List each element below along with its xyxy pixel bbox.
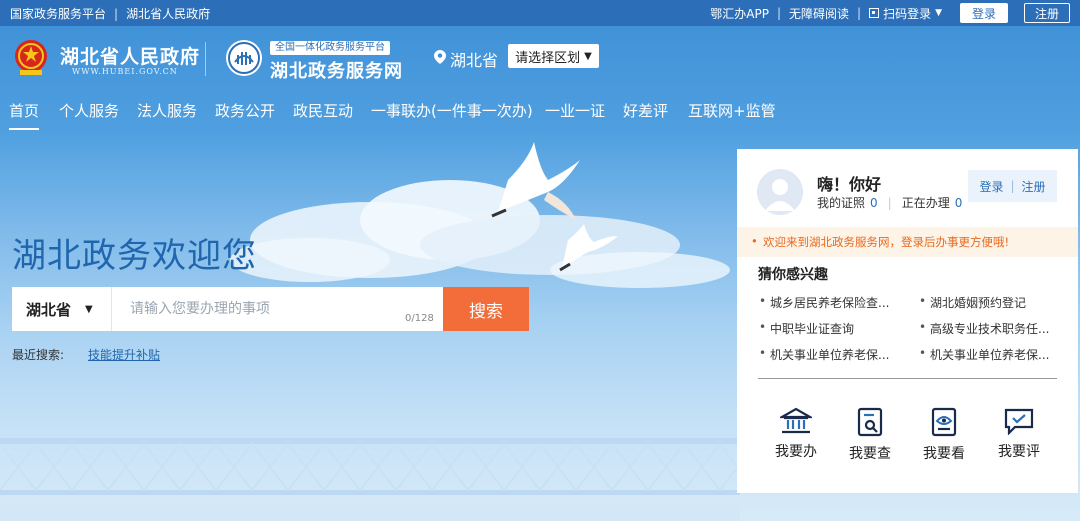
- my-certs-label: 我的证照: [817, 196, 866, 210]
- divider: |: [857, 6, 862, 20]
- my-certs-count: 0: [870, 196, 878, 210]
- site-name[interactable]: 湖北省人民政府: [60, 42, 200, 69]
- search-button[interactable]: 搜索: [443, 287, 529, 331]
- site-header: 湖北省人民政府 WWW.HUBEI.GOV.CN 全国一体化政务服务平台 湖北政…: [0, 26, 1080, 92]
- nav-corporate-services[interactable]: 法人服务: [137, 100, 197, 121]
- interest-item[interactable]: 机关事业单位养老保...: [919, 346, 1049, 363]
- nav-interaction[interactable]: 政民互动: [293, 100, 353, 121]
- crane-birds-illustration: [491, 142, 618, 272]
- search-doc-icon: [857, 407, 883, 437]
- recent-search-link[interactable]: 技能提升补贴: [88, 346, 160, 363]
- app-link[interactable]: 鄂汇办APP: [710, 5, 769, 22]
- current-location: 湖北省: [450, 51, 499, 70]
- nav-evaluation[interactable]: 好差评: [623, 100, 668, 121]
- login-button[interactable]: 登录: [960, 3, 1008, 23]
- search-province-label: 湖北省: [26, 300, 72, 319]
- interest-item[interactable]: 高级专业技术职务任...: [919, 320, 1049, 337]
- caret-down-icon: ▼: [584, 50, 592, 62]
- header-divider: [205, 42, 206, 76]
- qr-login-menu[interactable]: 扫码登录 ▼: [869, 5, 942, 22]
- search-input[interactable]: [112, 287, 443, 331]
- user-panel: 嗨！你好 我的证照 0 | 正在办理 0 登录 | 注册 欢迎来到湖北政务服务网，登…: [737, 149, 1078, 493]
- caret-down-icon: ▼: [935, 8, 942, 18]
- top-bar: 国家政务服务平台 | 湖北省人民政府 鄂汇办APP | 无障碍阅读 | 扫码登录…: [0, 0, 1080, 26]
- eye-doc-icon: [931, 407, 957, 437]
- in-progress-count: 0: [954, 196, 963, 210]
- location-pin-icon: [434, 50, 446, 64]
- user-stats: 我的证照 0 | 正在办理 0: [817, 194, 962, 211]
- user-avatar-icon: [765, 179, 795, 211]
- divider: |: [114, 6, 119, 21]
- provincial-gov-link[interactable]: 湖北省人民政府: [126, 5, 210, 22]
- main-nav: 首页 个人服务 法人服务 政务公开 政民互动 一事联办(一件事一次办) 一业一证…: [0, 92, 1080, 130]
- search-bar: 湖北省 ▼ 0/128 搜索: [12, 287, 529, 331]
- auth-links: 登录 | 注册: [968, 170, 1057, 202]
- in-progress-label: 正在办理: [901, 196, 950, 210]
- region-select[interactable]: 请选择区划 ▼: [508, 44, 599, 68]
- nav-supervision[interactable]: 互联网+监管: [688, 100, 776, 121]
- in-progress-link[interactable]: 正在办理 0: [902, 194, 963, 211]
- search-char-counter: 0/128: [405, 313, 434, 324]
- search-province-select[interactable]: 湖北省 ▼: [12, 287, 112, 331]
- quick-action-label: 我要查: [849, 446, 891, 462]
- caret-down-icon: ▼: [85, 303, 93, 315]
- qr-code-icon: [869, 8, 880, 18]
- service-platform-tag: 全国一体化政务服务平台: [270, 41, 390, 55]
- interest-item[interactable]: 湖北婚姻预约登记: [919, 294, 1026, 311]
- login-notice: 欢迎来到湖北政务服务网，登录后办事更方便哦!: [737, 227, 1078, 257]
- quick-action-query[interactable]: 我要查: [840, 407, 900, 463]
- national-platform-link[interactable]: 国家政务服务平台: [10, 5, 106, 22]
- panel-divider: [758, 378, 1057, 379]
- interest-title: 猜你感兴趣: [758, 267, 828, 283]
- quick-action-label: 我要办: [775, 444, 817, 460]
- accessibility-link[interactable]: 无障碍阅读: [789, 5, 849, 22]
- recent-search-label: 最近搜索:: [12, 348, 65, 362]
- service-platform-logo-icon: [226, 40, 262, 76]
- cloud-illustration: [230, 180, 730, 288]
- nav-personal-services[interactable]: 个人服务: [59, 100, 119, 121]
- region-select-label: 请选择区划: [515, 50, 581, 66]
- divider: |: [1010, 179, 1015, 193]
- bridge-illustration: [0, 438, 740, 521]
- comment-check-icon: [1004, 408, 1034, 435]
- divider: |: [776, 6, 781, 20]
- nav-government-affairs[interactable]: 政务公开: [215, 100, 275, 121]
- quick-action-view[interactable]: 我要看: [914, 407, 974, 463]
- bank-icon: [780, 407, 812, 434]
- hero-title: 湖北政务欢迎您: [12, 236, 257, 276]
- nav-home[interactable]: 首页: [9, 100, 40, 130]
- panel-register-link[interactable]: 注册: [1022, 178, 1046, 195]
- interest-item[interactable]: 中职毕业证查询: [759, 320, 854, 337]
- national-emblem-icon: [15, 40, 47, 75]
- site-url: WWW.HUBEI.GOV.CN: [72, 67, 178, 76]
- nav-one-license[interactable]: 一业一证: [545, 100, 605, 121]
- quick-action-label: 我要评: [998, 444, 1040, 460]
- quick-action-evaluate[interactable]: 我要评: [989, 407, 1049, 461]
- register-button[interactable]: 注册: [1024, 3, 1070, 23]
- my-certs-link[interactable]: 我的证照 0: [817, 194, 878, 211]
- greeting: 嗨！你好: [817, 175, 882, 194]
- panel-login-link[interactable]: 登录: [979, 178, 1003, 195]
- divider: |: [887, 195, 892, 210]
- service-platform-name[interactable]: 湖北政务服务网: [270, 57, 403, 83]
- avatar[interactable]: [757, 169, 803, 215]
- interest-item[interactable]: 城乡居民养老保险查...: [759, 294, 889, 311]
- nav-joint-services[interactable]: 一事联办(一件事一次办): [371, 100, 533, 121]
- interest-item[interactable]: 机关事业单位养老保...: [759, 346, 889, 363]
- qr-login-label: 扫码登录: [883, 6, 932, 21]
- quick-action-label: 我要看: [923, 446, 965, 462]
- quick-action-apply[interactable]: 我要办: [766, 407, 826, 461]
